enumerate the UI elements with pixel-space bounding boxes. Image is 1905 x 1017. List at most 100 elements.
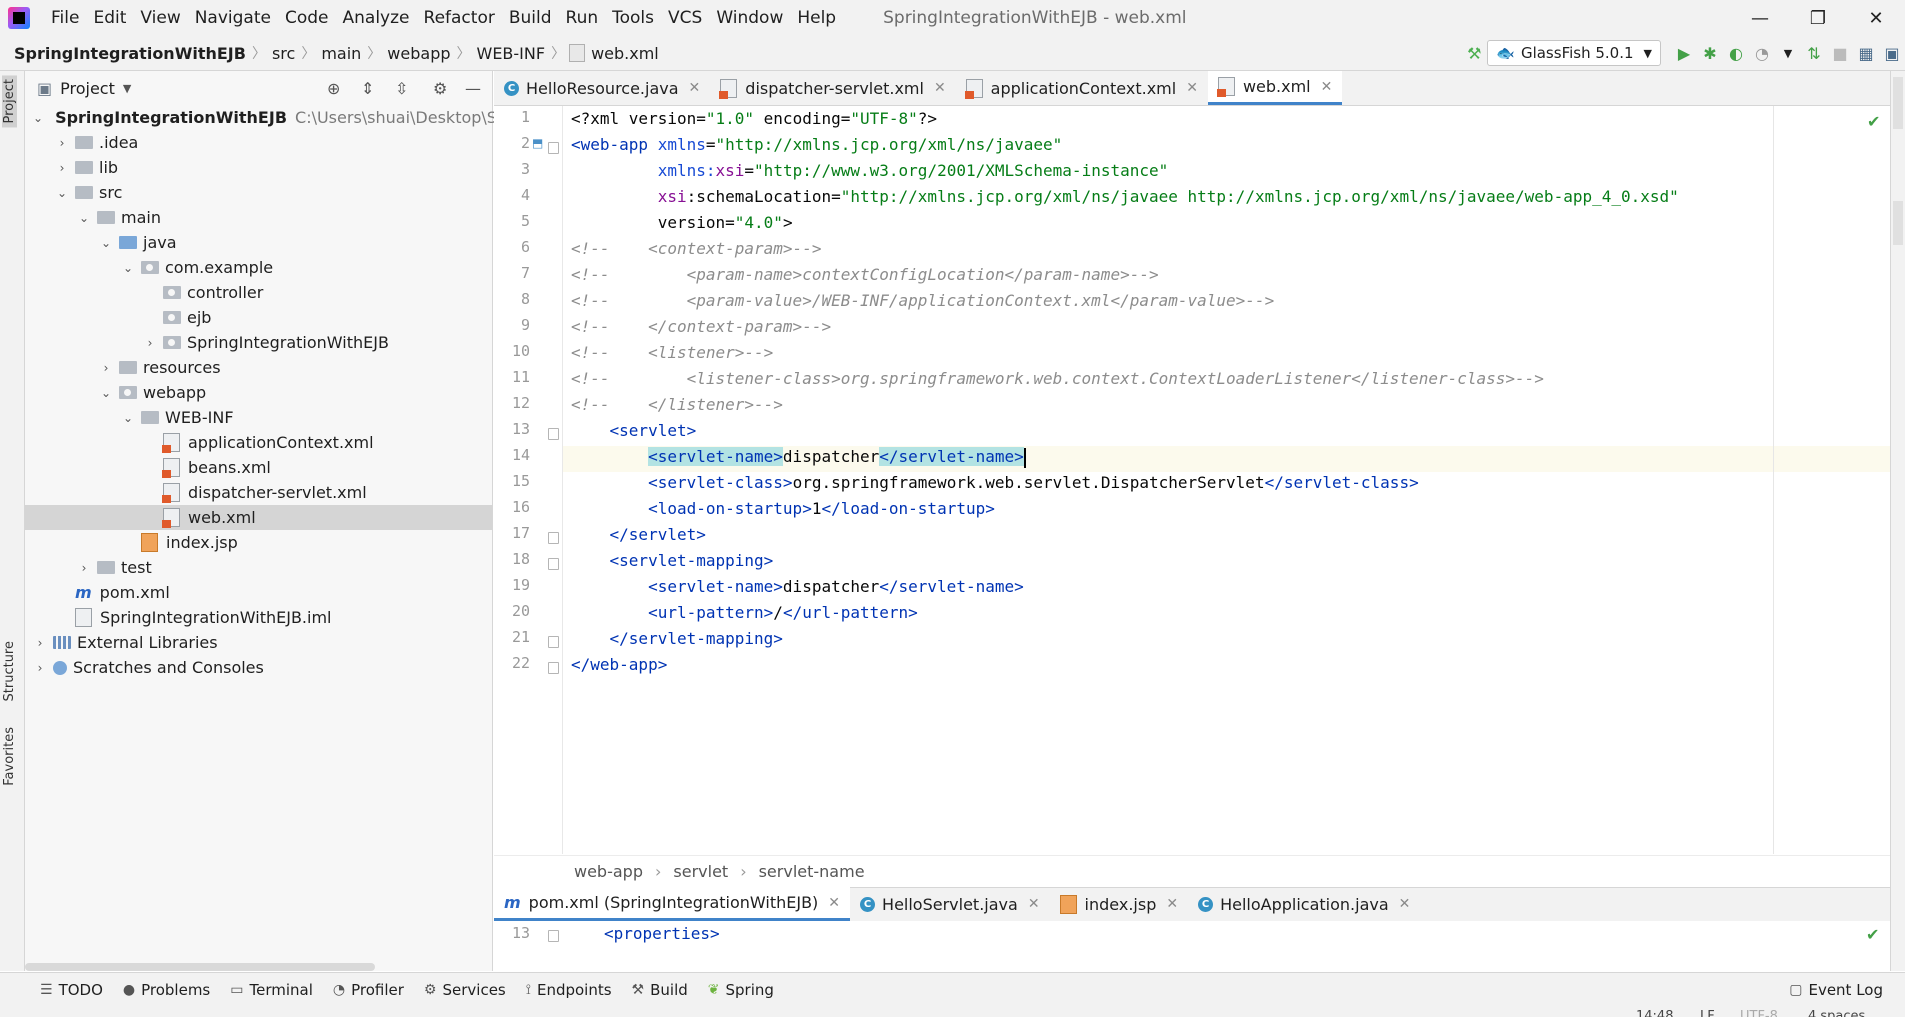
menu-window[interactable]: Window — [709, 8, 790, 28]
tree-item[interactable]: m pom.xml — [25, 580, 492, 605]
services-tool-button[interactable]: ⚙ Services — [424, 981, 506, 999]
close-icon[interactable]: ✕ — [828, 895, 840, 911]
favorites-tool-tab[interactable]: Favorites — [2, 727, 17, 786]
tree-item[interactable]: › test — [25, 555, 492, 580]
tab-web-xml[interactable]: web.xml ✕ — [1207, 71, 1343, 105]
breadcrumb-web-app[interactable]: web-app — [574, 862, 643, 881]
tree-item[interactable]: ⌄ main — [25, 205, 492, 230]
chevron-right-icon[interactable]: › — [55, 136, 69, 150]
collapse-all-icon[interactable]: ⇳ — [395, 79, 408, 98]
attach-debugger-icon[interactable]: ⇅ — [1801, 40, 1827, 66]
menu-build[interactable]: Build — [502, 8, 559, 28]
gear-icon[interactable]: ⚙ — [433, 79, 447, 98]
fold-marker-icon[interactable] — [548, 930, 559, 942]
close-icon[interactable]: ✕ — [1186, 80, 1198, 96]
fold-marker-icon[interactable] — [548, 428, 559, 440]
menu-edit[interactable]: Edit — [86, 8, 133, 28]
no-problems-check-icon[interactable]: ✔ — [1867, 112, 1880, 131]
tree-item[interactable]: › SpringIntegrationWithEJB — [25, 330, 492, 355]
run-configuration-select[interactable]: 🐟 GlassFish 5.0.1 ▼ — [1487, 40, 1661, 66]
chevron-right-icon[interactable]: › — [77, 561, 91, 575]
fold-marker-icon[interactable] — [548, 532, 559, 544]
debug-icon[interactable]: ✱ — [1697, 40, 1723, 66]
fold-marker-icon[interactable] — [548, 142, 559, 154]
chevron-right-icon[interactable]: › — [55, 161, 69, 175]
chevron-down-icon[interactable]: ⌄ — [33, 111, 43, 125]
tree-item[interactable]: web.xml — [25, 505, 492, 530]
menu-code[interactable]: Code — [278, 8, 336, 28]
chevron-right-icon[interactable]: › — [33, 661, 47, 675]
spring-tool-button[interactable]: ❦ Spring — [708, 981, 774, 999]
todo-tool-button[interactable]: ☰ TODO — [40, 981, 103, 999]
tab-application-context[interactable]: applicationContext.xml ✕ — [956, 71, 1208, 105]
tree-item[interactable]: index.jsp — [25, 530, 492, 555]
caret-position[interactable]: 14:48 — [1636, 1006, 1673, 1017]
terminal-tool-button[interactable]: ▭ Terminal — [230, 981, 313, 999]
tree-item[interactable]: ⌄ java — [25, 230, 492, 255]
fold-marker-icon[interactable] — [548, 636, 559, 648]
tab-dispatcher-servlet[interactable]: dispatcher-servlet.xml ✕ — [710, 71, 955, 105]
menu-analyze[interactable]: Analyze — [336, 8, 417, 28]
bookmark-icon[interactable]: ⬒ — [532, 136, 543, 150]
structure-tool-tab[interactable]: Structure — [2, 641, 17, 701]
breadcrumb-web-inf[interactable]: WEB-INF — [471, 44, 552, 63]
secondary-code-editor[interactable]: 13 <properties> ✔ — [494, 921, 1890, 947]
indent-setting[interactable]: 4 spaces — [1808, 1006, 1865, 1017]
fold-marker-icon[interactable] — [548, 558, 559, 570]
project-structure-icon[interactable]: ▦ — [1853, 40, 1879, 66]
chevron-down-icon[interactable]: ⌄ — [77, 211, 91, 225]
close-icon[interactable]: ✕ — [934, 80, 946, 96]
breadcrumb-servlet[interactable]: servlet — [673, 862, 728, 881]
tree-item[interactable]: applicationContext.xml — [25, 430, 492, 455]
no-problems-check-icon[interactable]: ✔ — [1866, 925, 1879, 944]
build-tool-button[interactable]: ⚒ Build — [632, 981, 688, 999]
tree-item[interactable]: ⌄ webapp — [25, 380, 492, 405]
close-icon[interactable]: ✕ — [1321, 79, 1333, 95]
profiler-tool-button[interactable]: ◔ Profiler — [333, 981, 404, 999]
breadcrumb-web-xml[interactable]: web.xml — [585, 44, 665, 63]
profile-icon[interactable]: ◔ — [1749, 40, 1775, 66]
coverage-icon[interactable]: ◐ — [1723, 40, 1749, 66]
restore-button[interactable]: ❐ — [1789, 0, 1847, 36]
tree-item[interactable]: ⌄ SpringIntegrationWithEJB C:\Users\shuai\… — [25, 105, 525, 130]
chevron-down-icon[interactable]: ⌄ — [121, 261, 135, 275]
breadcrumb-webapp[interactable]: webapp — [381, 44, 456, 63]
tab-index-jsp[interactable]: index.jsp ✕ — [1050, 887, 1189, 921]
line-separator[interactable]: LF — [1700, 1006, 1715, 1017]
toolbox-icon[interactable]: ▣ — [1879, 40, 1905, 66]
breadcrumb-project[interactable]: SpringIntegrationWithEJB — [0, 44, 252, 63]
file-encoding[interactable]: UTF-8 — [1740, 1006, 1778, 1017]
close-icon[interactable]: ✕ — [1399, 896, 1411, 912]
menu-tools[interactable]: Tools — [605, 8, 661, 28]
chevron-right-icon[interactable]: › — [99, 361, 113, 375]
tree-item[interactable]: › .idea — [25, 130, 492, 155]
close-window-button[interactable]: ✕ — [1847, 0, 1905, 36]
locate-file-icon[interactable]: ⊕ — [327, 79, 340, 98]
endpoints-tool-button[interactable]: ⟟ Endpoints — [526, 981, 612, 999]
menu-vcs[interactable]: VCS — [661, 8, 709, 28]
tree-item[interactable]: ⌄ com.example — [25, 255, 492, 280]
tree-item[interactable]: › Scratches and Consoles — [25, 655, 492, 680]
tree-item[interactable]: › External Libraries — [25, 630, 492, 655]
tree-item[interactable]: › lib — [25, 155, 492, 180]
project-tool-tab[interactable]: Project — [2, 75, 17, 128]
menu-refactor[interactable]: Refactor — [417, 8, 502, 28]
expand-all-icon[interactable]: ⇕ — [361, 79, 374, 98]
breadcrumb-servlet-name[interactable]: servlet-name — [759, 862, 865, 881]
tree-item[interactable]: beans.xml — [25, 455, 492, 480]
chevron-down-icon[interactable]: ▼ — [123, 82, 131, 95]
chevron-right-icon[interactable]: › — [143, 336, 157, 350]
tree-item[interactable]: ejb — [25, 305, 492, 330]
horizontal-scrollbar[interactable] — [25, 963, 375, 971]
tree-item[interactable]: controller — [25, 280, 492, 305]
stop-icon[interactable]: ■ — [1827, 40, 1853, 66]
breadcrumb-main[interactable]: main — [315, 44, 367, 63]
chevron-down-icon[interactable]: ⌄ — [99, 386, 113, 400]
chevron-right-icon[interactable]: › — [33, 636, 47, 650]
build-hammer-icon[interactable]: ⚒ — [1461, 40, 1487, 66]
more-run-options-icon[interactable]: ▼ — [1775, 40, 1801, 66]
menu-navigate[interactable]: Navigate — [188, 8, 278, 28]
tree-item[interactable]: SpringIntegrationWithEJB.iml — [25, 605, 492, 630]
run-icon[interactable]: ▶ — [1671, 40, 1697, 66]
code-editor[interactable]: <?xml version="1.0" encoding="UTF-8"?> <… — [563, 106, 1890, 854]
